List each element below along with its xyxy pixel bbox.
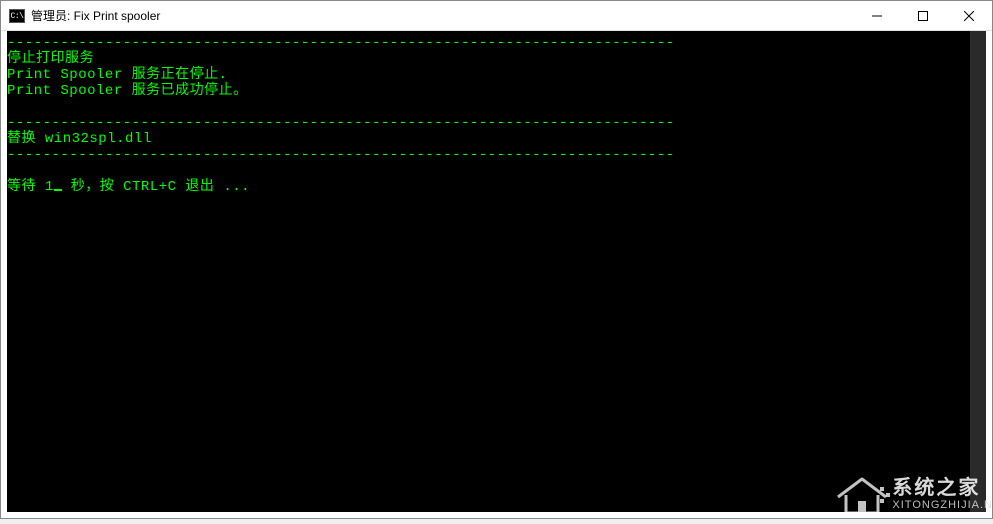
console-divider: ----------------------------------------… bbox=[7, 35, 675, 51]
console-output: ----------------------------------------… bbox=[7, 31, 986, 195]
window-title: 管理员: Fix Print spooler bbox=[31, 7, 160, 24]
console-divider: ----------------------------------------… bbox=[7, 147, 675, 163]
scrollbar-vertical[interactable] bbox=[970, 31, 986, 512]
console-line: 停止打印服务 bbox=[7, 51, 94, 67]
console-line: 替换 win32spl.dll bbox=[7, 131, 152, 147]
minimize-icon bbox=[872, 11, 882, 21]
console-area[interactable]: ----------------------------------------… bbox=[7, 31, 986, 512]
console-line: Print Spooler 服务正在停止. bbox=[7, 67, 228, 83]
console-wait-suffix: 秒，按 CTRL+C 退出 ... bbox=[62, 179, 250, 195]
close-button[interactable] bbox=[946, 1, 992, 30]
close-icon bbox=[964, 11, 974, 21]
cmd-icon: C:\ bbox=[9, 9, 25, 23]
titlebar[interactable]: C:\ 管理员: Fix Print spooler bbox=[1, 1, 992, 31]
maximize-icon bbox=[918, 11, 928, 21]
console-line: Print Spooler 服务已成功停止。 bbox=[7, 83, 248, 99]
titlebar-controls bbox=[854, 1, 992, 30]
console-window: C:\ 管理员: Fix Print spooler -------------… bbox=[0, 0, 993, 519]
console-divider: ----------------------------------------… bbox=[7, 115, 675, 131]
titlebar-left: C:\ 管理员: Fix Print spooler bbox=[1, 7, 160, 24]
cursor bbox=[54, 189, 62, 191]
minimize-button[interactable] bbox=[854, 1, 900, 30]
console-wait-prefix: 等待 1 bbox=[7, 179, 54, 195]
maximize-button[interactable] bbox=[900, 1, 946, 30]
scrollbar-thumb[interactable] bbox=[970, 31, 986, 512]
